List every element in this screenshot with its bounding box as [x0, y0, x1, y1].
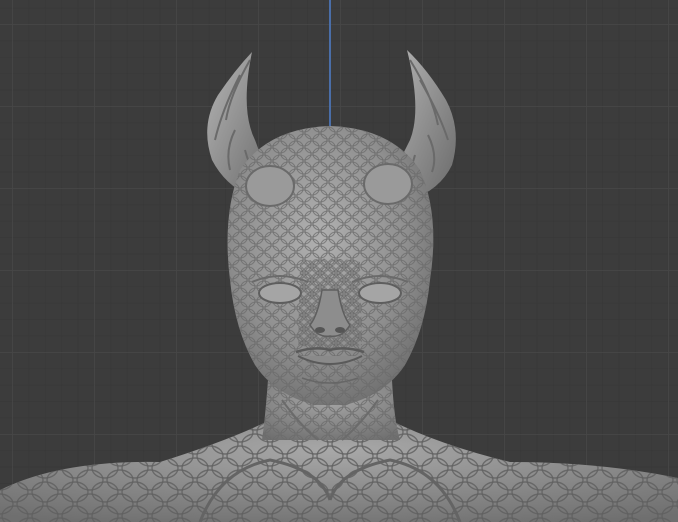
sculpted-demon-bust[interactable]: [0, 0, 678, 522]
3d-viewport[interactable]: [0, 0, 678, 522]
